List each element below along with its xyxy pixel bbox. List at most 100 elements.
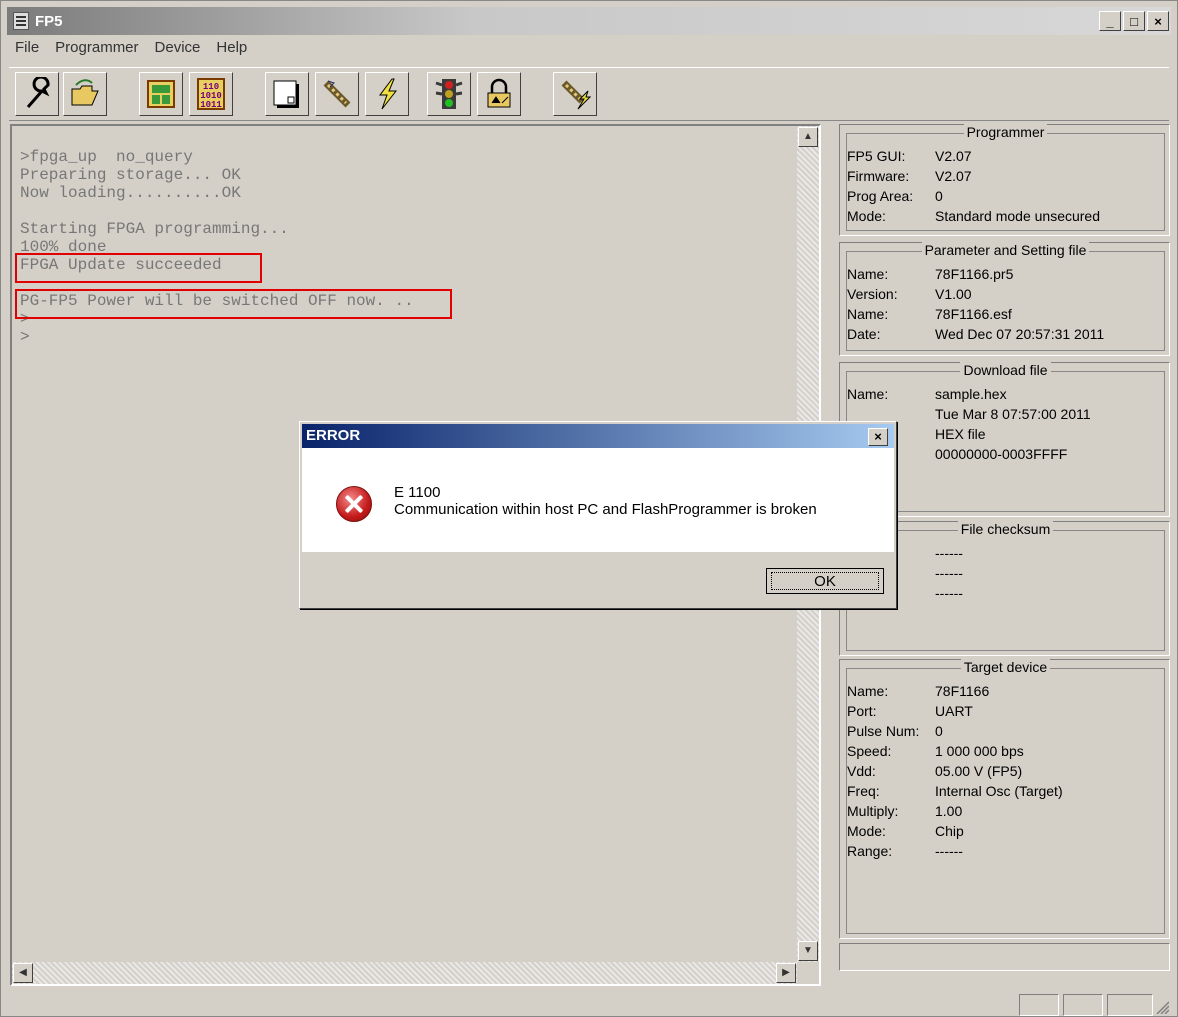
highlight-box-fpga-update	[15, 253, 262, 283]
info-value: ------	[935, 545, 963, 561]
console-line: Preparing storage... OK	[20, 166, 241, 184]
info-value: UART	[935, 703, 973, 719]
highlight-box-power-off	[15, 289, 452, 319]
info-label: Freq:	[847, 783, 880, 799]
info-value: 0	[935, 188, 943, 204]
dialog-title: ERROR	[306, 427, 361, 444]
info-label: Pulse Num:	[847, 723, 920, 739]
status-cell	[1063, 994, 1103, 1016]
horizontal-scrollbar[interactable]: ◀ ▶	[12, 962, 797, 984]
target-title: Target device	[960, 659, 1051, 675]
security-button[interactable]	[477, 72, 521, 116]
dialog-title-bar: ERROR ×	[302, 424, 894, 448]
program-button[interactable]	[365, 72, 409, 116]
app-icon	[13, 12, 29, 30]
resize-grip-icon[interactable]	[1155, 996, 1169, 1014]
info-value: 1 000 000 bps	[935, 743, 1024, 759]
scroll-up-button[interactable]: ▲	[798, 127, 818, 147]
console-line: >fpga_up no_query	[20, 148, 193, 166]
maximize-button[interactable]: □	[1123, 11, 1145, 31]
window-title: FP5	[35, 12, 63, 30]
info-value: Tue Mar 8 07:57:00 2011	[935, 406, 1091, 422]
info-value: V2.07	[935, 168, 972, 184]
menu-programmer[interactable]: Programmer	[55, 39, 138, 56]
info-label: Firmware:	[847, 168, 910, 184]
info-value: ------	[935, 585, 963, 601]
error-text: Communication within host PC and FlashPr…	[394, 501, 817, 518]
info-value: 78F1166	[935, 683, 990, 699]
autoprocedure-button[interactable]	[553, 72, 597, 116]
verify-button[interactable]	[427, 72, 471, 116]
close-button[interactable]: ×	[1147, 11, 1169, 31]
open-folder-icon	[71, 79, 99, 106]
console-line: Now loading..........OK	[20, 184, 241, 202]
scroll-down-button[interactable]: ▼	[798, 941, 818, 961]
info-value: 0	[935, 723, 943, 739]
hex-data-icon: 11010101011	[197, 78, 225, 110]
wrench-icon	[26, 77, 50, 108]
scroll-left-button[interactable]: ◀	[13, 963, 33, 983]
menu-device[interactable]: Device	[155, 39, 201, 56]
info-label: Name:	[847, 683, 889, 699]
new-file-button[interactable]	[265, 72, 309, 116]
info-label: Range:	[847, 843, 893, 859]
info-value: V2.07	[935, 148, 972, 164]
setup-button[interactable]	[15, 72, 59, 116]
title-bar: FP5 _ □ ×	[7, 7, 1171, 35]
target-panel: Target device Name: 78F1166 Port: UART Pul…	[839, 659, 1170, 939]
ok-button[interactable]: OK	[766, 568, 884, 594]
file-page-icon	[273, 80, 299, 108]
scroll-right-button[interactable]: ▶	[776, 963, 796, 983]
erase-probe-icon	[323, 80, 351, 108]
minimize-button[interactable]: _	[1099, 11, 1121, 31]
info-label: Version:	[847, 286, 898, 302]
main-window: FP5 _ □ × File Programmer Device Help 11…	[0, 0, 1178, 1017]
blank-device-icon	[147, 80, 175, 108]
info-label: Prog Area:	[847, 188, 914, 204]
info-value: 1.00	[935, 803, 963, 819]
info-label: Name:	[847, 266, 889, 282]
blank-check-button[interactable]	[139, 72, 183, 116]
parameter-panel: Parameter and Setting file Name: 78F1166.…	[839, 242, 1170, 356]
info-value: ------	[935, 843, 963, 859]
info-label: Port:	[847, 703, 877, 719]
open-file-button[interactable]	[63, 72, 107, 116]
menu-bar: File Programmer Device Help	[15, 39, 247, 56]
info-label: Date:	[847, 326, 881, 342]
dialog-message: E 1100 Communication within host PC and …	[394, 484, 817, 518]
info-value: sample.hex	[935, 386, 1007, 402]
info-value: 00000000-0003FFFF	[935, 446, 1068, 462]
parameter-title: Parameter and Setting file	[921, 242, 1090, 258]
info-value: 05.00 V (FP5)	[935, 763, 1023, 779]
traffic-light-icon	[435, 79, 463, 109]
lightning-icon	[379, 78, 398, 110]
console-line: Starting FPGA programming...	[20, 220, 289, 238]
info-value: 78F1166.pr5	[935, 266, 1014, 282]
menu-file[interactable]: File	[15, 39, 39, 56]
menu-help[interactable]: Help	[216, 39, 247, 56]
erase-button[interactable]	[315, 72, 359, 116]
dialog-close-button[interactable]: ×	[868, 428, 888, 446]
autoprocedure-icon	[561, 80, 592, 110]
info-label: Name:	[847, 306, 889, 322]
status-message	[11, 994, 1007, 1016]
info-value: ------	[935, 565, 963, 581]
info-value: 78F1166.esf	[935, 306, 1012, 322]
error-code: E 1100	[394, 484, 441, 501]
info-value: HEX file	[935, 426, 986, 442]
info-label: Multiply:	[847, 803, 899, 819]
dialog-body: E 1100 Communication within host PC and …	[302, 448, 894, 552]
status-cell	[1107, 994, 1153, 1016]
window-controls: _ □ ×	[1099, 11, 1169, 31]
status-cell	[1019, 994, 1059, 1016]
info-value: Wed Dec 07 20:57:31 2011	[935, 326, 1105, 342]
read-data-button[interactable]: 110 1010 1011	[189, 72, 233, 116]
info-label: Mode:	[847, 823, 886, 839]
toolbar: 110 1010 1011	[9, 67, 1169, 121]
error-icon	[336, 486, 372, 522]
status-bar	[11, 994, 1169, 1016]
info-label: Name:	[847, 386, 889, 402]
error-dialog: ERROR × E 1100 Communication within host…	[299, 421, 897, 609]
info-label: Vdd:	[847, 763, 876, 779]
info-value: Internal Osc (Target)	[935, 783, 1063, 799]
